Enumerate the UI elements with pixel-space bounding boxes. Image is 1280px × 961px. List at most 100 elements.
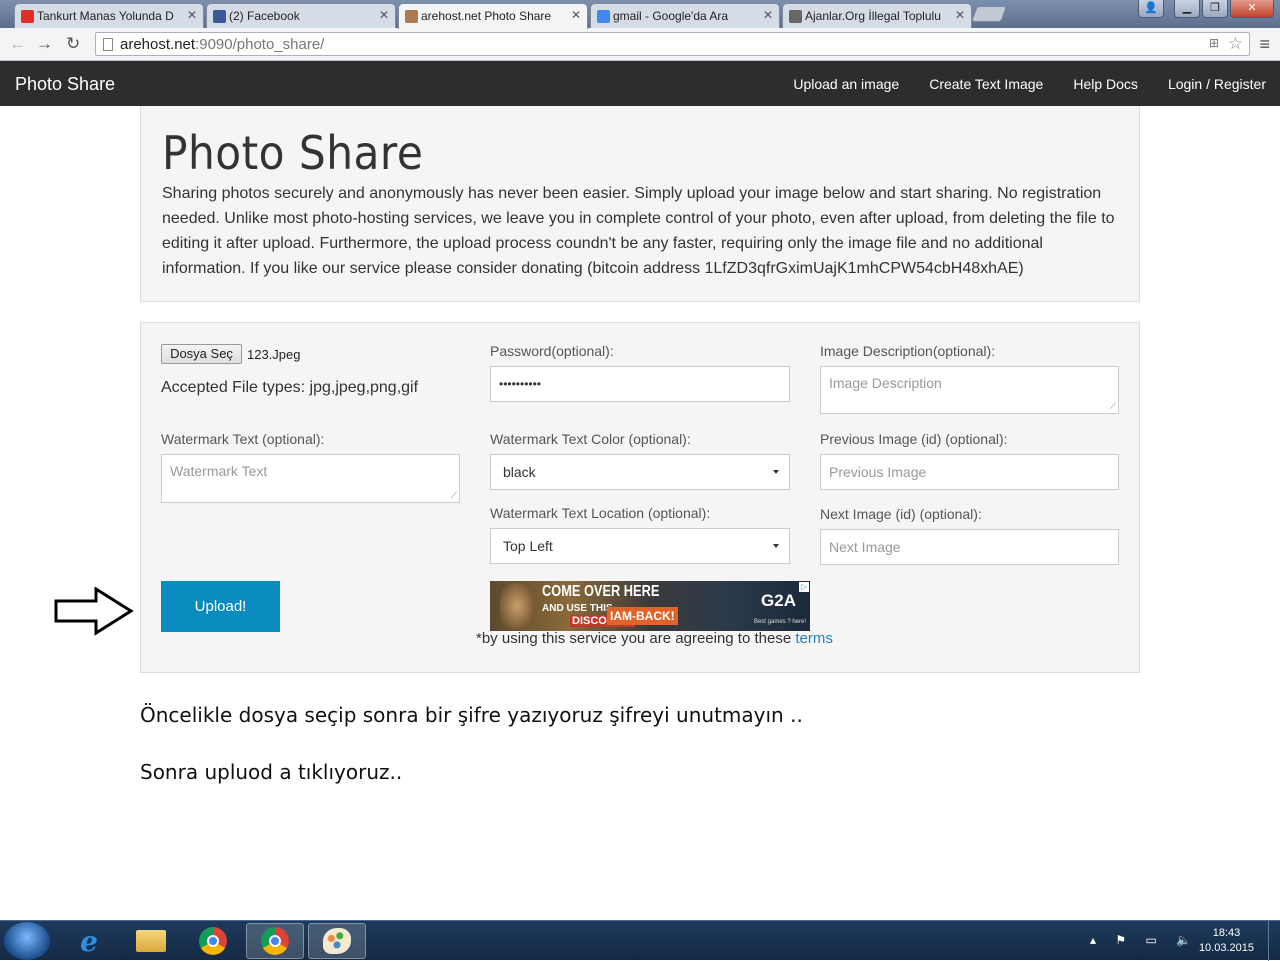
ad-tagline: Best games ? here! [753, 619, 806, 625]
tab-title: Tankurt Manas Yolunda D [37, 9, 174, 23]
close-icon[interactable]: ✕ [379, 8, 389, 22]
jumbotron: Photo Share Sharing photos securely and … [140, 106, 1140, 302]
selected-file-name: 123.Jpeg [247, 347, 301, 362]
taskbar-chrome-active[interactable] [246, 923, 304, 959]
watermark-location-value: Top Left [503, 538, 553, 554]
description-placeholder: Image Description [829, 375, 942, 391]
start-button[interactable] [4, 922, 50, 960]
ad-character-image [500, 583, 534, 629]
google-icon [597, 10, 610, 23]
close-icon[interactable]: ✕ [763, 8, 773, 22]
close-icon[interactable]: ✕ [571, 8, 581, 22]
chrome-icon [199, 927, 227, 955]
resize-handle-icon[interactable]: ⟋ [451, 491, 457, 500]
choose-file-button[interactable]: Dosya Seç [161, 344, 242, 364]
description-textarea[interactable]: Image Description ⟋ [820, 366, 1119, 414]
watermark-color-label: Watermark Text Color (optional): [490, 431, 691, 447]
nav-links: Upload an image Create Text Image Help D… [793, 76, 1266, 92]
upload-form: Dosya Seç 123.Jpeg Accepted File types: … [140, 322, 1140, 673]
dropdown-arrow-icon [773, 544, 779, 548]
user-icon[interactable]: 👤 [1138, 0, 1164, 18]
caption-line-2: Sonra upluod a tıklıyoruz.. [140, 760, 403, 784]
browser-tab-youtube[interactable]: Tankurt Manas Yolunda D ✕ [14, 3, 204, 28]
tab-title: arehost.net Photo Share [421, 9, 552, 23]
internet-explorer-icon: e [80, 924, 98, 958]
translate-icon[interactable]: ⊞ [1209, 36, 1219, 50]
nav-help-docs[interactable]: Help Docs [1073, 76, 1138, 92]
close-window-button[interactable]: ✕ [1230, 0, 1274, 18]
reload-icon[interactable]: ↻ [66, 34, 80, 54]
resize-handle-icon[interactable]: ⟋ [1110, 402, 1116, 411]
next-image-label: Next Image (id) (optional): [820, 506, 982, 522]
bookmark-star-icon[interactable]: ☆ [1228, 34, 1243, 54]
description-label: Image Description(optional): [820, 343, 996, 359]
watermark-color-value: black [503, 464, 536, 480]
forward-arrow-icon[interactable]: → [36, 34, 53, 54]
taskbar-internet-explorer[interactable]: e [60, 923, 118, 959]
nav-upload-image[interactable]: Upload an image [793, 76, 899, 92]
previous-image-label: Previous Image (id) (optional): [820, 431, 1008, 447]
accepted-file-types: Accepted File types: jpg,jpeg,png,gif [161, 379, 419, 396]
maximize-button[interactable]: ❐ [1202, 0, 1228, 18]
page-icon [103, 38, 113, 51]
show-desktop-button[interactable] [1268, 921, 1280, 961]
browser-tab-ajanlar[interactable]: Ajanlar.Org İllegal Toplulu ✕ [782, 3, 972, 28]
browser-tab-facebook[interactable]: (2) Facebook ✕ [206, 3, 396, 28]
taskbar-file-explorer[interactable] [122, 923, 180, 959]
site-navbar: Photo Share Upload an image Create Text … [0, 61, 1280, 106]
tab-title: Ajanlar.Org İllegal Toplulu [805, 9, 941, 23]
clock-date: 10.03.2015 [1198, 942, 1254, 954]
next-image-input[interactable]: Next Image [820, 529, 1119, 565]
password-field[interactable]: •••••••••• [490, 366, 790, 402]
back-arrow-icon[interactable]: ← [9, 34, 26, 54]
nav-login-register[interactable]: Login / Register [1168, 76, 1266, 92]
clock-time: 18:43 [1212, 927, 1241, 939]
watermark-text-label: Watermark Text (optional): [161, 431, 325, 447]
browser-tab-strip: Tankurt Manas Yolunda D ✕ (2) Facebook ✕… [0, 0, 1280, 29]
facebook-icon [213, 10, 226, 23]
ad-subline: AND USE THIS [542, 603, 613, 614]
terms-text: *by using this service you are agreeing … [476, 630, 796, 647]
url-host: arehost.net [120, 36, 196, 53]
tab-title: (2) Facebook [229, 9, 300, 23]
arehost-icon [405, 10, 418, 23]
previous-image-input[interactable]: Previous Image [820, 454, 1119, 490]
folder-icon [136, 930, 166, 952]
ad-brand: G2A [761, 591, 796, 610]
system-tray: ▴ ⚑ ▭ 🔈 18:43 10.03.2015 [1080, 921, 1280, 961]
watermark-color-select[interactable]: black [490, 454, 790, 490]
ad-headline: COME OVER HERE [542, 583, 660, 600]
browser-tab-google[interactable]: gmail - Google'da Ara ✕ [590, 3, 780, 28]
right-arrow-icon [54, 587, 134, 636]
adchoices-icon[interactable]: ▷ [799, 582, 809, 592]
nav-create-text-image[interactable]: Create Text Image [929, 76, 1043, 92]
watermark-text-placeholder: Watermark Text [170, 463, 268, 479]
person-icon [789, 10, 802, 23]
password-label: Password(optional): [490, 343, 614, 359]
brand-link[interactable]: Photo Share [15, 74, 115, 95]
watermark-location-select[interactable]: Top Left [490, 528, 790, 564]
tray-icons[interactable]: ▴ ⚑ ▭ 🔈 [1090, 933, 1199, 947]
address-bar[interactable]: arehost.net:9090/photo_share/ ⊞ ☆ [95, 32, 1250, 56]
dropdown-arrow-icon [773, 470, 779, 474]
close-icon[interactable]: ✕ [955, 8, 965, 22]
watermark-text-textarea[interactable]: Watermark Text ⟋ [161, 454, 460, 503]
browser-tab-arehost[interactable]: arehost.net Photo Share ✕ [398, 3, 588, 29]
upload-button[interactable]: Upload! [161, 581, 280, 632]
menu-icon[interactable]: ≡ [1259, 34, 1270, 55]
clock[interactable]: 18:43 10.03.2015 [1199, 926, 1254, 956]
taskbar-chrome-pinned[interactable] [184, 923, 242, 959]
intro-text: Sharing photos securely and anonymously … [162, 185, 1115, 277]
tab-title: gmail - Google'da Ara [613, 9, 729, 23]
youtube-icon [21, 10, 34, 23]
minimize-button[interactable]: ▁ [1174, 0, 1200, 18]
caption-line-1: Öncelikle dosya seçip sonra bir şifre ya… [140, 703, 803, 727]
advertisement-banner[interactable]: COME OVER HERE AND USE THIS DISCOUNT! IA… [490, 581, 810, 631]
terms-link[interactable]: terms [795, 630, 833, 647]
close-icon[interactable]: ✕ [187, 8, 197, 22]
new-tab-button[interactable] [971, 6, 1007, 22]
window-controls: 👤 ▁ ❐ ✕ [1138, 0, 1274, 18]
watermark-location-label: Watermark Text Location (optional): [490, 505, 711, 521]
taskbar-paint[interactable] [308, 923, 366, 959]
paint-icon [323, 928, 351, 954]
